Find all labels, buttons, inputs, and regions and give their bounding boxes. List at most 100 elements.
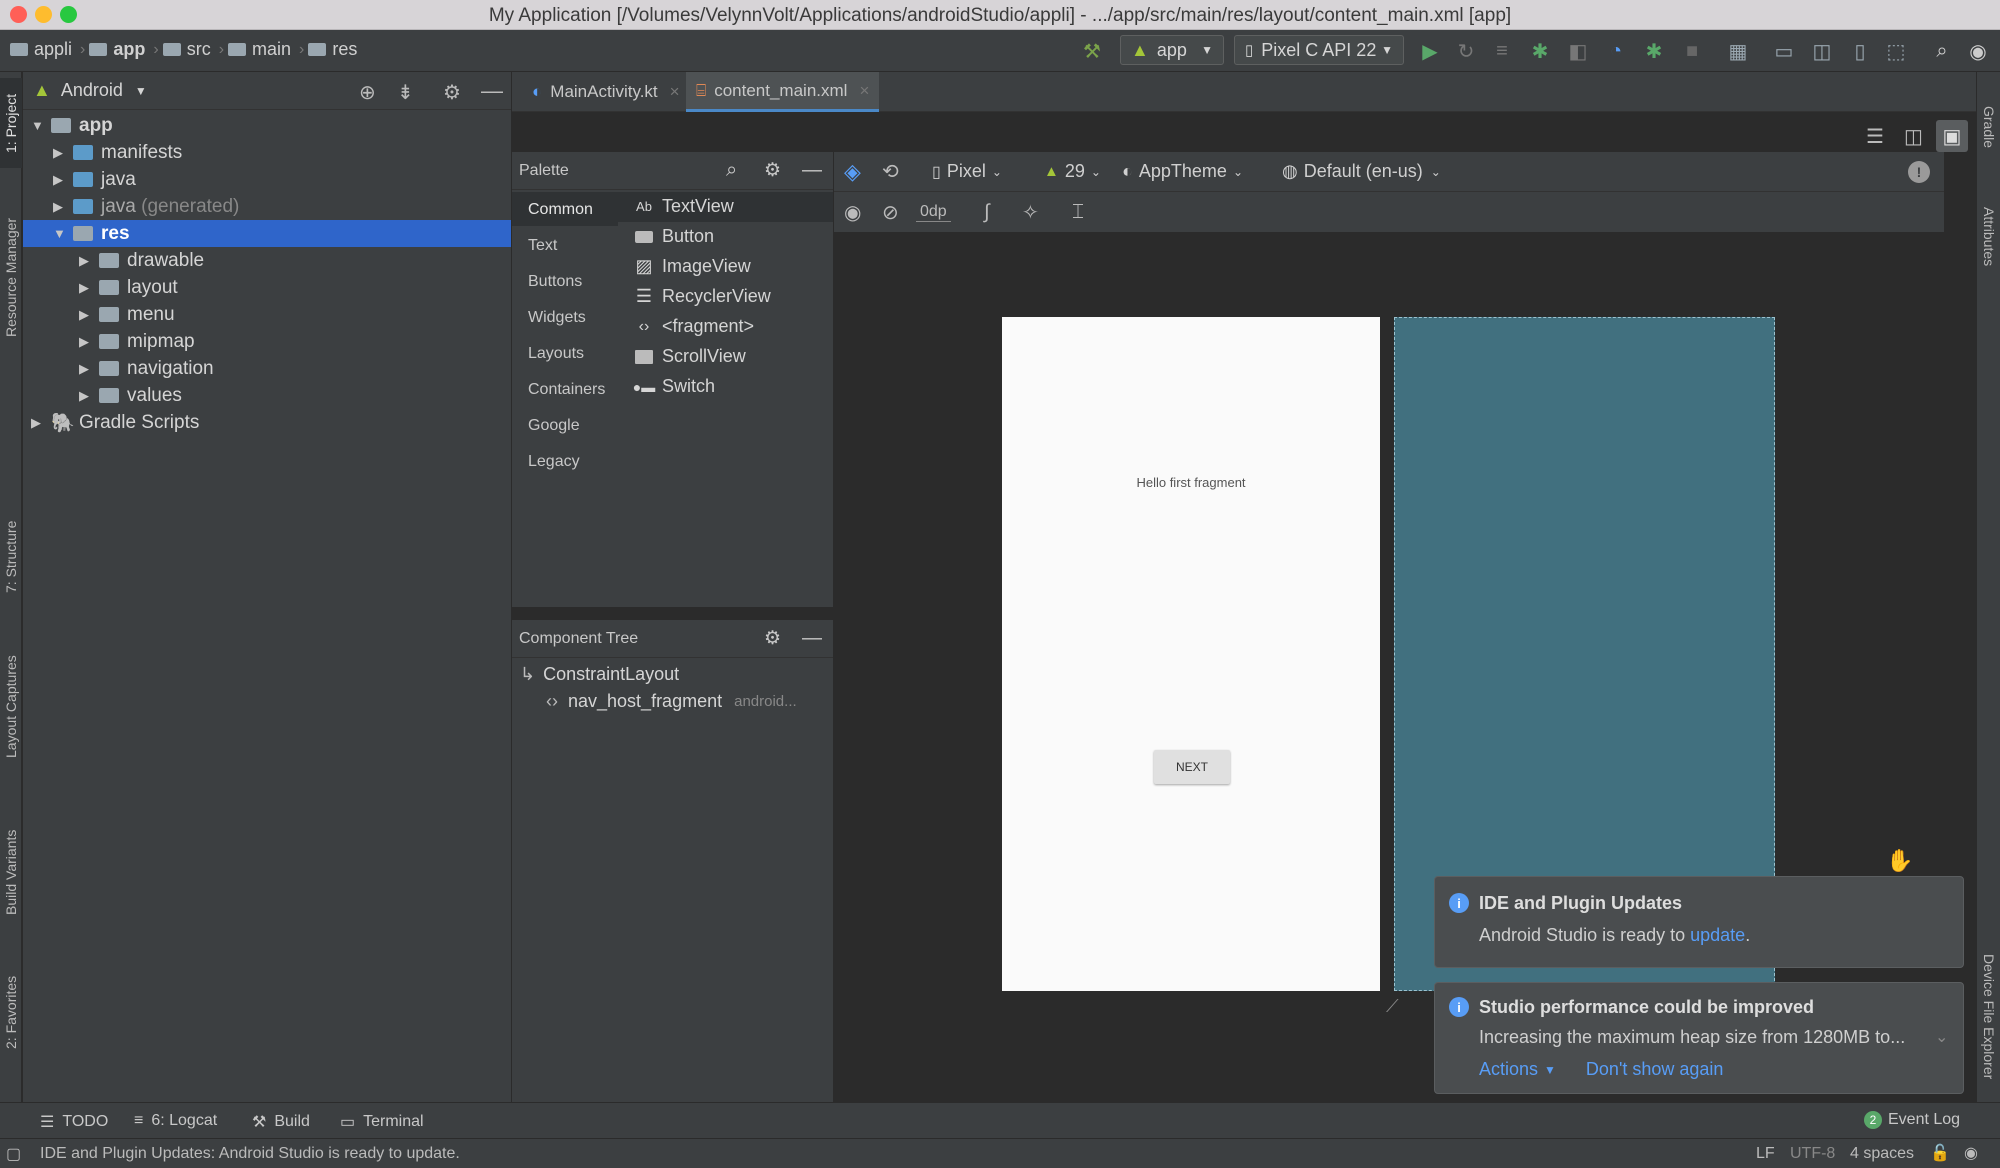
search-icon[interactable]: ⌕ [726, 159, 737, 182]
project-view-dropdown[interactable]: ▲ Android ▼ [33, 80, 147, 101]
breadcrumb-item-app[interactable]: app › [89, 39, 159, 60]
user-icon[interactable]: ◉ [1966, 39, 1990, 63]
breadcrumb-item-src[interactable]: src › [162, 39, 224, 60]
theme-dropdown[interactable]: ◐ AppTheme ⌄ [1122, 161, 1243, 182]
palette-item-imageview[interactable]: ▨ ImageView [634, 256, 750, 277]
device-for-preview-dropdown[interactable]: ▯ Pixel ⌄ [932, 161, 1002, 182]
api-level-dropdown[interactable]: ▲ 29 ⌄ [1044, 161, 1101, 182]
ide-updates-notification[interactable]: i IDE and Plugin Updates Android Studio … [1434, 876, 1964, 968]
tree-item-mipmap[interactable]: ▶ mipmap [79, 328, 195, 355]
split-view-icon[interactable]: ◫ [1904, 124, 1923, 149]
tree-item-menu[interactable]: ▶ menu [79, 301, 175, 328]
hide-panel-icon[interactable]: — [802, 159, 822, 182]
tab-gradle[interactable]: Gradle [1978, 82, 2000, 172]
avd-manager-icon[interactable]: ◫ [1810, 39, 1834, 63]
attach-debugger-icon[interactable]: ✱ [1642, 39, 1666, 63]
orientation-icon[interactable]: ⟲ [882, 159, 899, 184]
tree-item-res[interactable]: ▼ res [53, 220, 130, 247]
line-separator-indicator[interactable]: LF [1756, 1145, 1775, 1163]
palette-item-fragment[interactable]: ‹› <fragment> [634, 316, 754, 337]
close-icon[interactable]: × [670, 82, 680, 102]
tab-favorites[interactable]: 2: Favorites [0, 962, 22, 1062]
tab-build[interactable]: ⚒ Build [252, 1112, 310, 1132]
tree-item-values[interactable]: ▶ values [79, 382, 182, 409]
project-structure-icon[interactable]: ▦ [1726, 39, 1750, 63]
tree-item-app[interactable]: ▼ app [31, 112, 113, 139]
clear-constraints-icon[interactable]: ∫ [984, 201, 989, 224]
tree-node-nav-host-fragment[interactable]: ‹› nav_host_fragment android... [546, 691, 797, 712]
debug-icon[interactable]: ✱ [1528, 39, 1552, 63]
tab-mainactivity[interactable]: ◐ MainActivity.kt × [522, 72, 690, 112]
actions-dropdown[interactable]: Actions [1479, 1059, 1538, 1080]
apply-code-changes-icon[interactable]: ≡ [1490, 39, 1514, 63]
palette-item-button[interactable]: Button [634, 226, 714, 247]
run-icon[interactable]: ▶ [1418, 39, 1442, 63]
breadcrumb-item-main[interactable]: main › [228, 39, 304, 60]
palette-item-textview[interactable]: Ab TextView [634, 196, 734, 217]
search-icon[interactable]: ⌕ [1930, 39, 1954, 63]
warning-icon[interactable]: ! [1908, 160, 1930, 183]
layout-inspector-icon[interactable]: ⬚ [1884, 39, 1908, 63]
palette-item-switch[interactable]: ●▬ Switch [633, 376, 715, 397]
category-layouts[interactable]: Layouts [528, 345, 584, 363]
infer-constraints-icon[interactable]: ✧ [1022, 200, 1039, 225]
autoconnect-off-icon[interactable]: ⊘ [882, 200, 899, 225]
hello-text[interactable]: Hello first fragment [1002, 475, 1380, 490]
tab-content-main[interactable]: ⌸ content_main.xml × [686, 72, 880, 112]
pan-hand-icon[interactable]: ✋ [1886, 848, 1913, 874]
resize-handle-icon[interactable]: ⟋ [1386, 996, 1410, 1020]
gear-icon[interactable]: ⚙ [764, 627, 781, 650]
tab-terminal[interactable]: ▭ Terminal [340, 1112, 424, 1132]
design-canvas[interactable]: Hello first fragment NEXT ⟋ ✋ [834, 232, 1944, 1102]
tab-resource-manager[interactable]: Resource Manager [0, 202, 22, 352]
lock-icon[interactable]: 🔓 [1930, 1143, 1950, 1163]
run-configuration-dropdown[interactable]: ▲ app ▼ [1120, 35, 1224, 65]
tab-todo[interactable]: ☰ TODO [40, 1112, 108, 1132]
code-view-icon[interactable]: ☰ [1866, 124, 1884, 149]
category-text[interactable]: Text [528, 237, 557, 255]
update-link[interactable]: update [1690, 925, 1745, 946]
design-preview-screen[interactable]: Hello first fragment NEXT [1002, 317, 1380, 991]
tree-node-constraintlayout[interactable]: ↳ ConstraintLayout [520, 664, 679, 685]
category-containers[interactable]: Containers [528, 381, 605, 399]
tree-item-manifests[interactable]: ▶ manifests [53, 139, 182, 166]
breadcrumb-item-appli[interactable]: appli › [10, 39, 85, 60]
tree-item-java-generated[interactable]: ▶ java (generated) [53, 193, 239, 220]
category-legacy[interactable]: Legacy [528, 453, 580, 471]
tab-structure[interactable]: 7: Structure [0, 502, 22, 612]
palette-item-scrollview[interactable]: ScrollView [634, 346, 746, 367]
design-view-icon[interactable]: ▣ [1936, 120, 1968, 152]
gear-icon[interactable]: ⚙ [443, 80, 461, 105]
event-log-button[interactable]: 2 Event Log [1864, 1111, 1960, 1129]
palette-item-recyclerview[interactable]: ☰ RecyclerView [634, 286, 771, 307]
category-widgets[interactable]: Widgets [528, 309, 586, 327]
performance-notification[interactable]: i Studio performance could be improved I… [1434, 982, 1964, 1094]
indent-indicator[interactable]: 4 spaces [1850, 1145, 1914, 1163]
locale-dropdown[interactable]: ◍ Default (en-us) ⌄ [1282, 161, 1441, 182]
tree-item-gradle-scripts[interactable]: ▶ 🐘 Gradle Scripts [31, 409, 199, 436]
collapse-all-icon[interactable]: ⇟ [397, 80, 414, 105]
gear-icon[interactable]: ⚙ [764, 159, 781, 182]
hide-panel-icon[interactable]: — [802, 627, 822, 650]
sdk-manager-icon[interactable]: ▯ [1848, 39, 1872, 63]
chevron-down-icon[interactable]: ⌄ [1935, 1027, 1948, 1047]
tree-item-layout[interactable]: ▶ layout [79, 274, 178, 301]
sync-project-icon[interactable]: ▭ [1772, 39, 1796, 63]
tab-logcat[interactable]: ≡ 6: Logcat [134, 1112, 217, 1130]
hide-panel-icon[interactable]: — [481, 78, 503, 104]
tab-attributes[interactable]: Attributes [1978, 182, 2000, 292]
dont-show-again-link[interactable]: Don't show again [1586, 1059, 1724, 1080]
tab-build-variants[interactable]: Build Variants [0, 812, 22, 932]
encoding-indicator[interactable]: UTF-8 [1790, 1145, 1835, 1163]
tab-project[interactable]: 1: Project [0, 78, 22, 168]
locate-file-icon[interactable]: ⊕ [359, 80, 376, 105]
category-google[interactable]: Google [528, 417, 580, 435]
stop-icon[interactable]: ■ [1680, 39, 1704, 63]
profile-icon[interactable]: ◔ [1604, 39, 1628, 63]
inspector-icon[interactable]: ◉ [1964, 1143, 1978, 1163]
guidelines-icon[interactable]: ⌶ [1072, 201, 1084, 224]
apply-changes-icon[interactable]: ↻ [1454, 39, 1478, 63]
tree-item-drawable[interactable]: ▶ drawable [79, 247, 204, 274]
view-options-eye-icon[interactable]: ◉ [844, 200, 861, 225]
tab-device-file-explorer[interactable]: Device File Explorer [1978, 922, 2000, 1112]
